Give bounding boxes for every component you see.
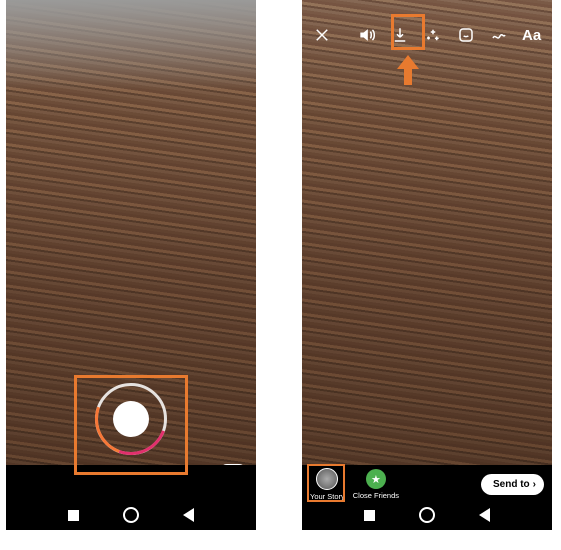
send-to-label: Send to: [493, 479, 530, 490]
download-icon: [391, 26, 409, 44]
back-button[interactable]: [183, 508, 194, 522]
share-row: Your Story ★ Close Friends Send to ›: [302, 467, 552, 502]
scribble-icon: [490, 26, 508, 44]
text-icon: Aa: [522, 27, 541, 44]
annotation-arrow-icon: [401, 55, 415, 85]
system-nav-bar: [302, 500, 552, 530]
effects-button[interactable]: [423, 24, 444, 46]
avatar-icon: [316, 468, 338, 490]
sticker-icon: [457, 26, 475, 44]
sticker-button[interactable]: [455, 24, 476, 46]
story-preview: [302, 0, 552, 465]
star-icon: ★: [366, 469, 386, 489]
bottom-bar: [6, 465, 256, 500]
phone-camera-screen: [6, 0, 256, 530]
back-button[interactable]: [479, 508, 490, 522]
phone-story-editor: Aa Your Story ★ Close Friends Send to ›: [302, 0, 552, 530]
download-button[interactable]: [390, 24, 411, 46]
mute-sound-button[interactable]: [357, 24, 378, 46]
your-story-button[interactable]: Your Story: [310, 468, 345, 501]
text-button[interactable]: Aa: [521, 24, 542, 46]
system-nav-bar: [6, 500, 256, 530]
close-button[interactable]: [312, 24, 333, 46]
close-friends-button[interactable]: ★ Close Friends: [353, 469, 399, 500]
speaker-icon: [357, 25, 377, 45]
home-button[interactable]: [419, 507, 435, 523]
recents-button[interactable]: [68, 510, 79, 521]
home-button[interactable]: [123, 507, 139, 523]
capture-button[interactable]: [95, 383, 167, 455]
recents-button[interactable]: [364, 510, 375, 521]
story-toolbar: Aa: [302, 18, 552, 52]
sparkle-icon: [424, 26, 442, 44]
chevron-right-icon: ›: [533, 479, 536, 490]
send-to-button[interactable]: Send to ›: [481, 474, 544, 495]
close-icon: [313, 26, 331, 44]
close-friends-label: Close Friends: [353, 491, 399, 500]
draw-button[interactable]: [488, 24, 509, 46]
